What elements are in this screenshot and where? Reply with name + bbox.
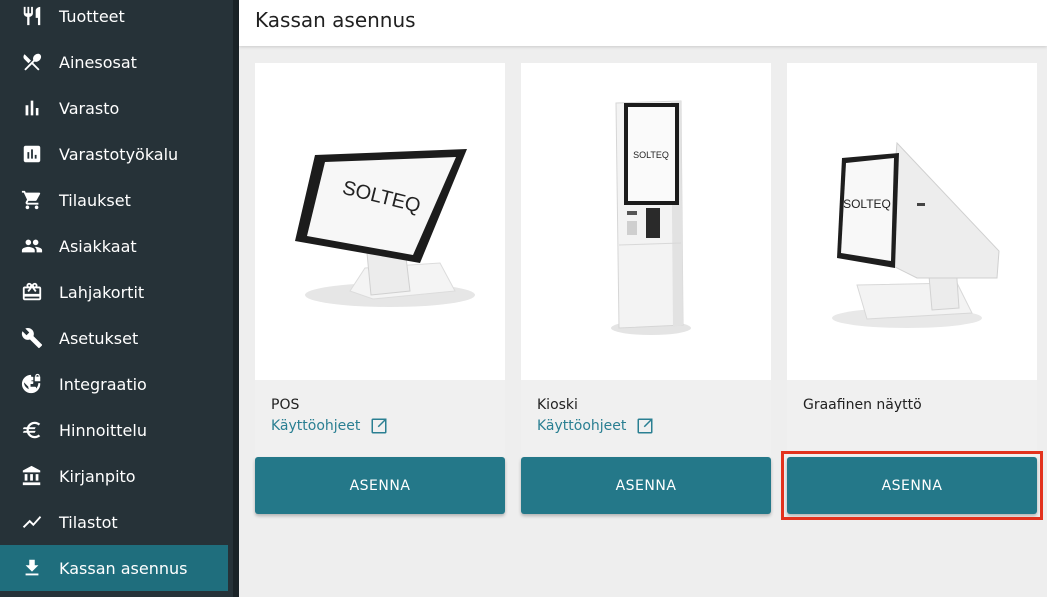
globe-lock-icon (21, 373, 43, 395)
card-title: Kioski (537, 397, 578, 413)
sidebar-item-varasto[interactable]: Varasto (0, 85, 228, 131)
sidebar-item-label: Varasto (59, 98, 120, 118)
cart-icon (21, 189, 43, 211)
download-icon (21, 557, 43, 579)
trend-line-icon (21, 511, 43, 533)
sidebar-item-label: Tilastot (59, 512, 118, 532)
user-guide-link-label: Käyttöohjeet (537, 418, 627, 434)
graphic-display-card: SOLTEQ Graafinen näyttö ASENNA (787, 63, 1037, 515)
external-link-icon (637, 418, 653, 434)
sidebar-item-label: Varastotyökalu (59, 144, 179, 164)
card-title: Graafinen näyttö (803, 397, 922, 413)
sidebar-item-tuotteet[interactable]: Tuotteet (0, 0, 228, 39)
sidebar-item-label: Hinnoittelu (59, 420, 147, 440)
sidebar-item-varastotyokalu[interactable]: Varastotyökalu (0, 131, 228, 177)
sidebar-item-label: Asetukset (59, 328, 139, 348)
sidebar-item-label: Tuotteet (59, 6, 125, 26)
install-button[interactable]: ASENNA (255, 457, 505, 514)
sidebar-item-label: Kassan asennus (59, 558, 188, 578)
sidebar-item-label: Integraatio (59, 374, 147, 394)
sidebar-item-label: Ainesosat (59, 52, 137, 72)
kiosk-card: SOLTEQ Kioski Käyttöohjeet ASENNA (521, 63, 771, 515)
sidebar-item-ainesosat[interactable]: Ainesosat (0, 39, 228, 85)
sidebar: Tuotteet Ainesosat Varasto Varastotyökal… (0, 0, 233, 597)
kiosk-image: SOLTEQ (521, 63, 771, 380)
sidebar-item-label: Tilaukset (59, 190, 131, 210)
gift-card-icon (21, 281, 43, 303)
install-button[interactable]: ASENNA (787, 457, 1037, 514)
sidebar-item-integraatio[interactable]: Integraatio (0, 361, 228, 407)
page-title: Kassan asennus (255, 8, 416, 32)
wrench-icon (21, 327, 43, 349)
sidebar-item-label: Asiakkaat (59, 236, 137, 256)
sidebar-item-kirjanpito[interactable]: Kirjanpito (0, 453, 228, 499)
pos-image: SOLTEQ (255, 63, 505, 380)
sidebar-item-label: Lahjakortit (59, 282, 145, 302)
pos-card-body: POS Käyttöohjeet (255, 380, 505, 457)
sidebar-divider (233, 0, 239, 597)
kiosk-brand-logo: SOLTEQ (633, 150, 669, 160)
sidebar-item-hinnoittelu[interactable]: Hinnoittelu (0, 407, 228, 453)
kiosk-card-body: Kioski Käyttöohjeet (521, 380, 771, 457)
utensils-cross-icon (21, 51, 43, 73)
graphic-display-image: SOLTEQ (787, 63, 1037, 380)
app-header: Kassan asennus (239, 0, 1047, 46)
sidebar-item-kassan-asennus[interactable]: Kassan asennus (0, 545, 228, 591)
user-guide-link[interactable]: Käyttöohjeet (537, 417, 654, 435)
user-guide-link-label: Käyttöohjeet (271, 418, 361, 434)
pos-card: SOLTEQ POS Käyttöohjeet ASENNA (255, 63, 505, 515)
external-link-icon (371, 418, 387, 434)
sidebar-item-asiakkaat[interactable]: Asiakkaat (0, 223, 228, 269)
sidebar-item-asetukset[interactable]: Asetukset (0, 315, 228, 361)
bank-icon (21, 465, 43, 487)
cutlery-icon (21, 5, 43, 27)
graphic-display-brand-logo: SOLTEQ (843, 197, 891, 211)
graphic-display-card-body: Graafinen näyttö (787, 380, 1037, 457)
sidebar-item-lahjakortit[interactable]: Lahjakortit (0, 269, 228, 315)
euro-icon (21, 419, 43, 441)
sidebar-item-label: Kirjanpito (59, 466, 136, 486)
user-guide-link[interactable]: Käyttöohjeet (271, 417, 388, 435)
people-icon (21, 235, 43, 257)
sidebar-item-tilastot[interactable]: Tilastot (0, 499, 228, 545)
bar-chart-icon (21, 97, 43, 119)
install-button[interactable]: ASENNA (521, 457, 771, 514)
sidebar-item-tilaukset[interactable]: Tilaukset (0, 177, 228, 223)
chart-box-icon (21, 143, 43, 165)
card-title: POS (271, 397, 300, 413)
